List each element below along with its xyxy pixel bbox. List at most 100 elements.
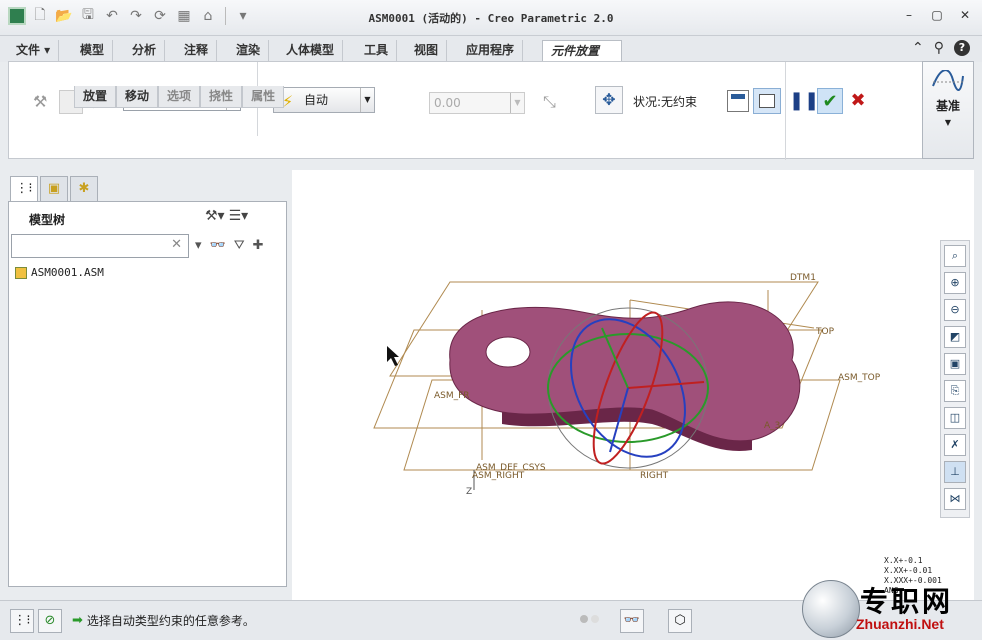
find-binoculars-icon[interactable]: 👓 <box>620 609 644 633</box>
tab-annotate[interactable]: 注释 <box>176 40 218 62</box>
datum-button[interactable]: 基准 ▼ <box>922 61 974 159</box>
tab-component-placement[interactable]: 元件放置 <box>542 40 622 62</box>
tree-tools: ⚒▾ ☰▾ <box>205 208 248 224</box>
chevron-down-icon: ▼ <box>510 93 524 113</box>
pause-button[interactable]: ❚❚ <box>789 88 819 114</box>
separate-window-icon[interactable] <box>727 90 749 112</box>
assembly-icon <box>15 266 27 279</box>
csys-axis-label: Z <box>466 487 472 497</box>
collapse-ribbon-icon[interactable]: ⌃ <box>912 40 924 56</box>
annotation-display-icon[interactable]: ⋈ <box>944 488 966 510</box>
favorites-tab-icon[interactable]: ✱ <box>70 176 98 202</box>
datum-label-asm-top: ASM_TOP <box>838 373 881 383</box>
tab-tools[interactable]: 工具 <box>356 40 398 62</box>
tab-flexibility[interactable]: 挠性 <box>200 86 243 108</box>
maximize-icon[interactable]: ▢ <box>930 8 944 22</box>
show-menu-icon[interactable]: ☰▾ <box>229 208 249 224</box>
watermark-logo: 专职网 Zhuanzhi.Net <box>800 578 982 640</box>
tree-search-input[interactable] <box>12 235 162 257</box>
model-tree-panel: 模型树 ⚒▾ ☰▾ ✕ ▾ 👓 ⛛ ✚ ASM0001.ASM <box>8 201 287 587</box>
watermark-url: Zhuanzhi.Net <box>856 616 944 632</box>
tree-item-root[interactable]: ASM0001.ASM <box>15 266 104 279</box>
tree-item-label: ASM0001.ASM <box>31 266 104 279</box>
tab-analysis[interactable]: 分析 <box>124 40 166 62</box>
model-tree-title: 模型树 <box>29 213 66 227</box>
zoom-in-icon[interactable]: ⊕ <box>944 272 966 294</box>
refit-icon[interactable]: ⌕ <box>944 245 966 267</box>
model-viewport[interactable]: DTM1 TOP ASM_TOP ASM_RIGHT ASM_DEF_CSYS … <box>292 170 974 600</box>
datum-label-right: RIGHT <box>640 471 669 481</box>
view-manager-icon[interactable]: ◫ <box>944 407 966 429</box>
datum-label-asm-front: ASM_FR <box>434 391 470 401</box>
model-tree-tab-icon[interactable]: ⋮⁝ <box>10 176 38 202</box>
cancel-button[interactable]: ✖ <box>845 88 871 114</box>
datum-label-dtm1: DTM1 <box>790 273 816 283</box>
placement-dragger-icon[interactable]: ✥ <box>595 86 623 114</box>
tab-manikin[interactable]: 人体模型 <box>278 40 344 62</box>
filter-icon[interactable]: ⛛ <box>234 238 245 253</box>
slideup-panel-bar: 放置 移动 选项 挠性 属性 <box>74 86 285 108</box>
chevron-down-icon: ▼ <box>944 118 952 127</box>
search-icon[interactable]: ⚲ <box>934 40 944 56</box>
datum-label-top: TOP <box>815 327 835 337</box>
tab-options[interactable]: 选项 <box>158 86 201 108</box>
close-icon[interactable]: ✕ <box>958 8 972 22</box>
tab-placement[interactable]: 放置 <box>74 86 117 108</box>
tab-render[interactable]: 渲染 <box>228 40 270 62</box>
datum-display-icon[interactable]: ✗ <box>944 434 966 456</box>
tab-view[interactable]: 视图 <box>406 40 448 62</box>
part-hole <box>485 336 531 368</box>
view-toolbar: ⌕ ⊕ ⊖ ◩ ▣ ⎘ ◫ ✗ ⊥ ⋈ <box>940 240 970 518</box>
graphics-window[interactable]: DTM1 TOP ASM_TOP ASM_RIGHT ASM_DEF_CSYS … <box>292 170 974 600</box>
find-binoculars-icon[interactable]: 👓 <box>210 238 226 253</box>
flip-constraint-icon[interactable]: ⤡ <box>543 92 556 112</box>
navigator-tabs: ⋮⁝ ▣ ✱ <box>10 176 98 202</box>
assembly-window-icon[interactable] <box>753 88 781 114</box>
mouse-cursor-icon <box>387 346 399 366</box>
soccer-ball-icon <box>802 580 860 638</box>
chevron-down-icon: ▼ <box>360 88 374 112</box>
part-body[interactable] <box>449 301 801 451</box>
datum-label-a3: A_3 <box>764 421 780 431</box>
display-style-icon[interactable]: ▣ <box>944 353 966 375</box>
spin-center-icon[interactable]: ⊥ <box>944 461 966 483</box>
zoom-out-icon[interactable]: ⊖ <box>944 299 966 321</box>
saved-orientations-icon[interactable]: ⎘ <box>944 380 966 402</box>
help-icon[interactable]: ? <box>954 40 970 56</box>
tab-applications[interactable]: 应用程序 <box>458 40 524 62</box>
watermark-chars: 专职网 <box>860 585 954 618</box>
minimize-icon[interactable]: – <box>902 8 916 22</box>
repaint-icon[interactable]: ◩ <box>944 326 966 348</box>
add-column-icon[interactable]: ✚ <box>253 238 264 253</box>
tree-search-box: ✕ <box>11 234 189 258</box>
tab-model[interactable]: 模型 <box>72 40 114 62</box>
clear-search-icon[interactable]: ✕ <box>171 237 182 252</box>
toggle-navigator-icon[interactable]: ⋮⁝ <box>10 609 34 633</box>
constraint-type-dropdown[interactable]: ⚡ 自动 ▼ <box>273 87 375 113</box>
datum-label: 基准 <box>935 99 960 113</box>
message-arrow-icon: ➡ <box>72 613 83 628</box>
settings-tools-icon[interactable]: ⚒▾ <box>205 208 225 224</box>
ribbon-tab-bar: 文件 ▾ 模型 分析 注释 渲染 人体模型 工具 视图 应用程序 元件放置 <box>0 36 982 62</box>
progress-indicator <box>580 615 606 625</box>
tab-properties[interactable]: 属性 <box>242 86 285 108</box>
datum-curve-icon <box>932 69 964 91</box>
placement-status: 状况:无约束 <box>633 95 698 109</box>
ribbon-right-tools: ⌃ ⚲ ? <box>912 40 970 56</box>
ribbon-panel: ⚒ ▷ 用户定义 ▼ ⚡ 自动 ▼ 0.00 ▼ ⤡ ✥ 状况:无约束 ❚❚ ✔… <box>8 61 974 160</box>
status-message: ➡ 选择自动类型约束的任意参考。 <box>72 613 255 628</box>
title-bar: 🗋 📂 🖫 ↶ ↷ ⟳ ▦ ⌂ ▾ ASM0001 (活动的) - Creo P… <box>0 0 982 36</box>
datum-label-asm-def-csys: ASM_DEF_CSYS <box>476 463 546 473</box>
tab-file[interactable]: 文件 ▾ <box>8 40 60 62</box>
search-options-chevron-icon[interactable]: ▾ <box>195 238 202 253</box>
selection-filter-icon[interactable]: ⬡ <box>668 609 692 633</box>
tab-move[interactable]: 移动 <box>116 86 159 108</box>
offset-input[interactable]: 0.00 ▼ <box>429 92 525 114</box>
search-tools: ▾ 👓 ⛛ ✚ <box>195 238 264 253</box>
window-controls: – ▢ ✕ <box>902 8 972 22</box>
toggle-browser-icon[interactable]: ⊘ <box>38 609 62 633</box>
folder-browser-tab-icon[interactable]: ▣ <box>40 176 68 202</box>
window-title: ASM0001 (活动的) - Creo Parametric 2.0 <box>368 12 614 25</box>
rigid-icon[interactable]: ⚒ <box>33 92 47 111</box>
accept-button[interactable]: ✔ <box>817 88 843 114</box>
